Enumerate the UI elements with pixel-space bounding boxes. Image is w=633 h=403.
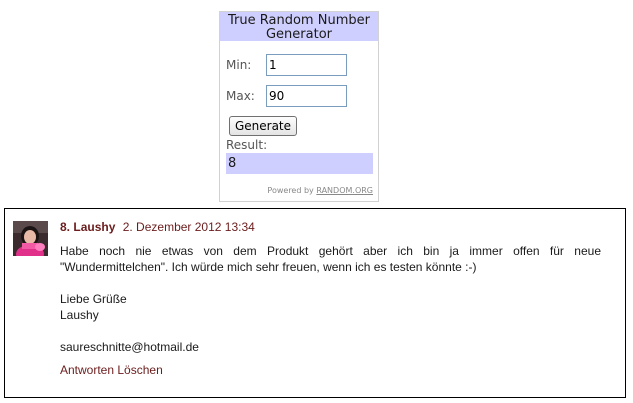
- max-row: Max:: [226, 85, 356, 107]
- avatar: [13, 221, 48, 256]
- powered-by: Powered by RANDOM.ORG: [267, 186, 373, 195]
- reply-link[interactable]: Antworten: [60, 363, 114, 377]
- comment-greeting: Liebe Grüße: [60, 292, 127, 306]
- generate-button[interactable]: Generate: [229, 116, 297, 136]
- result-value: 8: [226, 153, 373, 174]
- comment-box: 8. Laushy 2. Dezember 2012 13:34 Habe no…: [4, 208, 626, 398]
- min-input[interactable]: [266, 54, 347, 76]
- random-org-link[interactable]: RANDOM.ORG: [316, 186, 373, 195]
- comment-body: Habe noch nie etwas von dem Produkt gehö…: [60, 243, 601, 355]
- result-label: Result:: [226, 138, 268, 152]
- widget-title: True Random Number Generator: [220, 12, 378, 42]
- comment-number: 8.: [60, 220, 71, 234]
- max-label: Max:: [226, 89, 255, 103]
- max-input[interactable]: [266, 85, 347, 107]
- comment-actions: Antworten Löschen: [60, 363, 163, 377]
- delete-link[interactable]: Löschen: [117, 363, 162, 377]
- min-row: Min:: [226, 54, 356, 76]
- min-label: Min:: [226, 58, 252, 72]
- comment-date[interactable]: 2. Dezember 2012 13:34: [123, 220, 255, 234]
- comment-signature: Laushy: [60, 308, 99, 322]
- comment-author[interactable]: Laushy: [73, 220, 115, 234]
- powered-by-text: Powered by: [267, 186, 314, 195]
- random-number-widget: True Random Number Generator Min: Max: G…: [219, 11, 379, 202]
- comment-text: Habe noch nie etwas von dem Produkt gehö…: [60, 244, 601, 274]
- avatar-image: [13, 221, 48, 256]
- comment-header: 8. Laushy 2. Dezember 2012 13:34: [60, 220, 255, 234]
- comment-email: saureschnitte@hotmail.de: [60, 340, 199, 354]
